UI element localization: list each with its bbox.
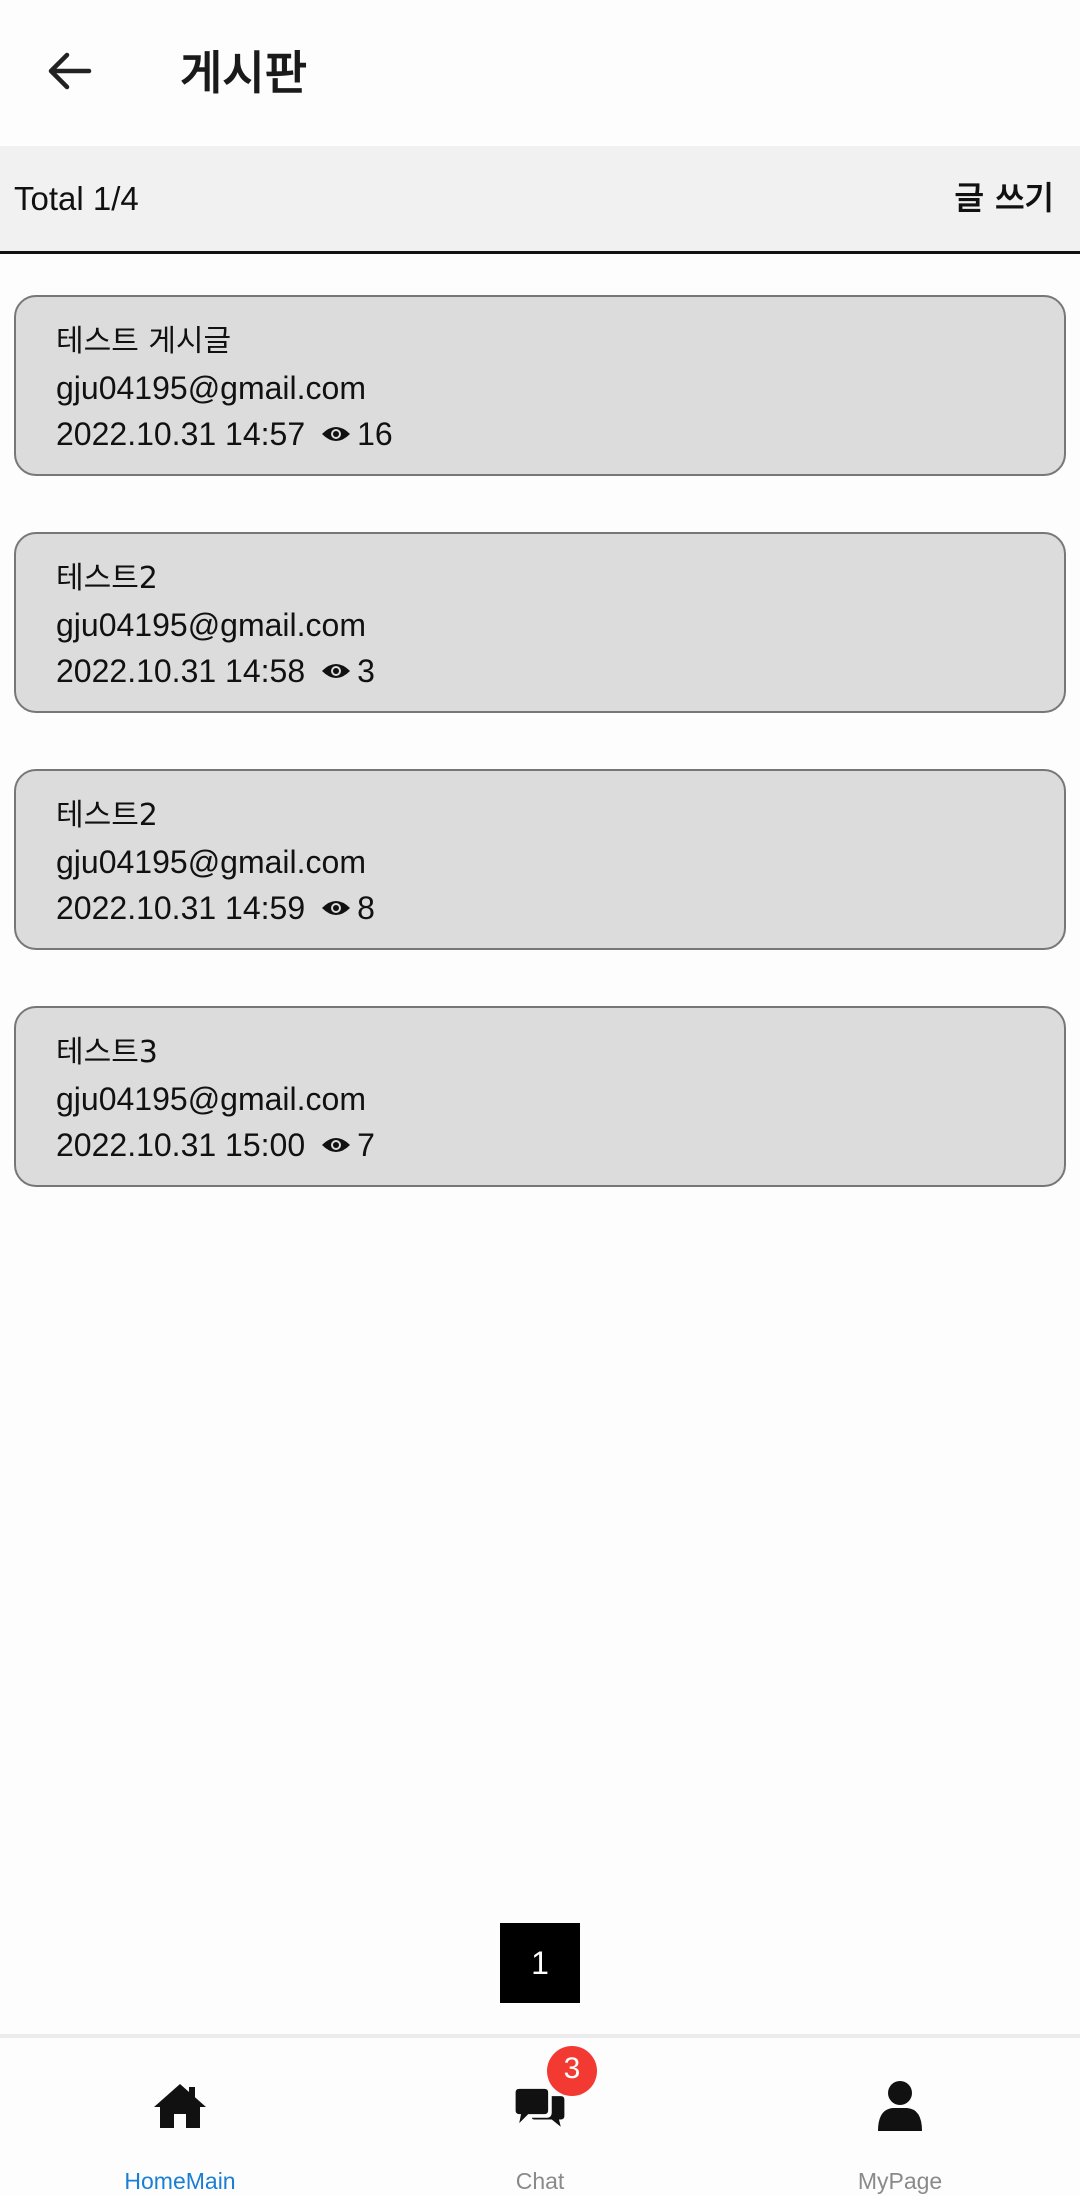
nav-item-mypage[interactable]: MyPage: [720, 2038, 1080, 2196]
post-date: 2022.10.31 15:00: [56, 1127, 306, 1163]
page-title: 게시판: [180, 46, 307, 100]
write-post-button[interactable]: 글 쓰기: [955, 146, 1054, 251]
post-card[interactable]: 테스트2 gju04195@gmail.com 2022.10.31 14:58…: [14, 532, 1066, 713]
nav-label-homemain: HomeMain: [124, 2168, 236, 2194]
post-list: 테스트 게시글 gju04195@gmail.com 2022.10.31 14…: [14, 295, 1066, 1243]
post-card[interactable]: 테스트 게시글 gju04195@gmail.com 2022.10.31 14…: [14, 295, 1066, 476]
chat-unread-badge: 3: [547, 2046, 597, 2096]
post-meta: 2022.10.31 14:59 8: [56, 885, 1064, 931]
post-title: 테스트3: [56, 1035, 158, 1070]
back-button[interactable]: [30, 30, 108, 116]
post-date: 2022.10.31 14:59: [56, 890, 306, 926]
eye-icon: [321, 1135, 351, 1155]
post-date: 2022.10.31 14:57: [56, 416, 306, 452]
pagination: 1: [500, 1923, 580, 2003]
post-title: 테스트2: [56, 798, 158, 833]
post-date: 2022.10.31 14:58: [56, 653, 306, 689]
nav-item-chat[interactable]: Chat: [360, 2038, 720, 2196]
post-card[interactable]: 테스트3 gju04195@gmail.com 2022.10.31 15:00…: [14, 1006, 1066, 1187]
post-title: 테스트 게시글: [56, 324, 232, 359]
post-author: gju04195@gmail.com: [56, 1081, 366, 1117]
app-bar: 게시판: [0, 0, 1080, 146]
bottom-nav: HomeMain Chat MyPage: [0, 2034, 1080, 2196]
eye-icon: [321, 661, 351, 681]
post-meta: 2022.10.31 14:57 16: [56, 411, 1064, 457]
post-card[interactable]: 테스트2 gju04195@gmail.com 2022.10.31 14:59…: [14, 769, 1066, 950]
post-meta: 2022.10.31 14:58 3: [56, 648, 1064, 694]
nav-item-homemain[interactable]: HomeMain: [0, 2038, 360, 2196]
post-meta: 2022.10.31 15:00 7: [56, 1122, 1064, 1168]
home-icon: [152, 2078, 208, 2134]
eye-icon: [321, 424, 351, 444]
total-count-label: Total 1/4: [14, 180, 139, 217]
person-icon: [872, 2078, 928, 2134]
post-views: 16: [357, 416, 393, 452]
nav-label-chat: Chat: [515, 2168, 565, 2194]
arrow-left-icon: [45, 51, 93, 95]
post-views: 8: [357, 890, 375, 926]
post-views: 7: [357, 1127, 375, 1163]
post-author: gju04195@gmail.com: [56, 370, 366, 406]
board-toolbar: Total 1/4 글 쓰기: [0, 146, 1080, 254]
post-views: 3: [357, 653, 375, 689]
eye-icon: [321, 898, 351, 918]
page-button-current[interactable]: 1: [500, 1923, 580, 2003]
post-author: gju04195@gmail.com: [56, 844, 366, 880]
post-title: 테스트2: [56, 561, 158, 596]
post-author: gju04195@gmail.com: [56, 607, 366, 643]
nav-label-mypage: MyPage: [857, 2168, 943, 2194]
